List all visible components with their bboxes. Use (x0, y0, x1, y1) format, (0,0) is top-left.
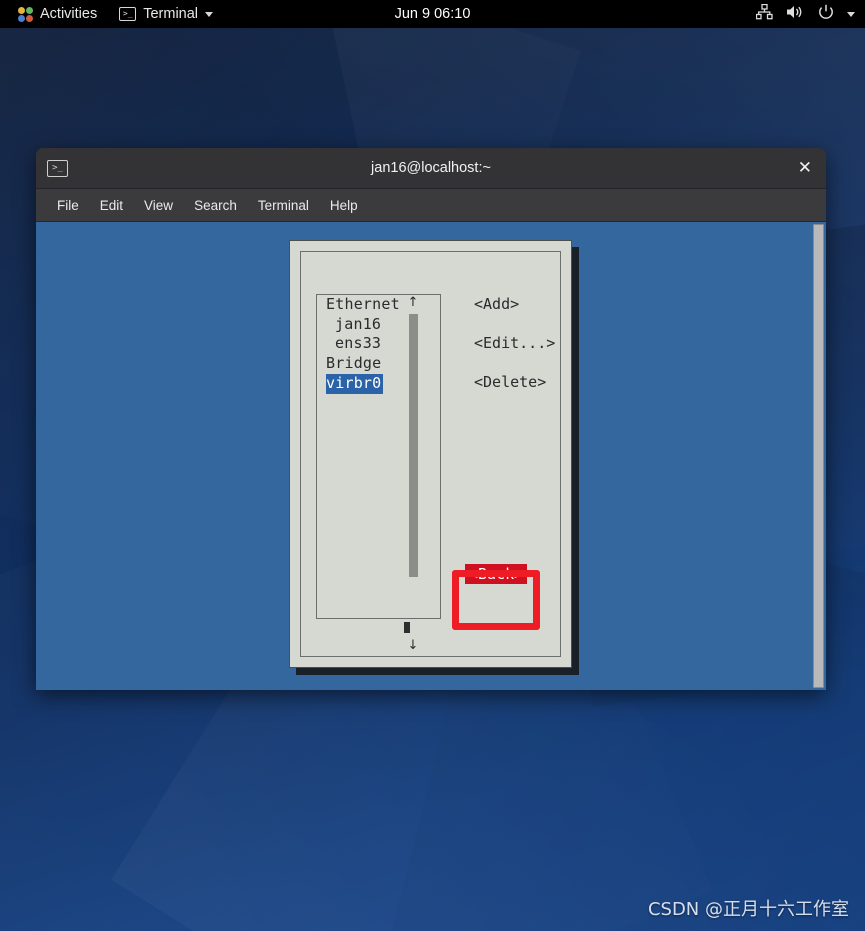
chevron-down-icon[interactable] (847, 11, 855, 17)
close-icon[interactable]: ✕ (798, 159, 812, 177)
scroll-down-icon[interactable]: ↓ (402, 639, 424, 653)
back-button-wrap: <Back> (465, 564, 528, 584)
power-icon[interactable] (818, 4, 834, 24)
scrollbar-thumb[interactable] (409, 314, 418, 577)
window-titlebar[interactable]: >_ jan16@localhost:~ ✕ (36, 148, 826, 189)
scrollbar-marker (404, 622, 410, 633)
watermark: CSDN @正月十六工作室 (647, 899, 849, 920)
window-title: jan16@localhost:~ (371, 160, 491, 176)
nmtui-dialog: Ethernet jan16 ens33 Bridge virbr0 ↑ ↓ <… (289, 240, 572, 668)
list-item-virbr0[interactable]: virbr0 (326, 374, 384, 394)
add-button[interactable]: <Add> (474, 294, 574, 333)
clock[interactable]: Jun 9 06:10 (0, 6, 865, 22)
menu-item-file[interactable]: File (48, 194, 88, 217)
scrollbar-track[interactable] (409, 314, 418, 617)
back-button[interactable]: <Back> (465, 564, 528, 584)
menu-item-terminal[interactable]: Terminal (249, 194, 318, 217)
action-button-group: <Add> <Edit...> <Delete> (474, 294, 574, 411)
nmtui-inner-panel: Ethernet jan16 ens33 Bridge virbr0 ↑ ↓ <… (300, 251, 561, 657)
terminal-window: >_ jan16@localhost:~ ✕ File Edit View Se… (36, 148, 826, 690)
list-scrollbar[interactable]: ↑ ↓ (402, 296, 424, 653)
terminal-content[interactable]: Ethernet jan16 ens33 Bridge virbr0 ↑ ↓ <… (36, 222, 826, 690)
scroll-up-icon[interactable]: ↑ (402, 296, 424, 310)
edit-button[interactable]: <Edit...> (474, 333, 574, 372)
system-status-area[interactable] (755, 3, 855, 24)
delete-button[interactable]: <Delete> (474, 372, 574, 411)
menu-bar: File Edit View Search Terminal Help (36, 189, 826, 222)
terminal-scrollbar[interactable] (813, 224, 824, 688)
gnome-top-bar: Activities >_ Terminal Jun 9 06:10 (0, 0, 865, 28)
menu-item-help[interactable]: Help (321, 194, 367, 217)
menu-item-search[interactable]: Search (185, 194, 246, 217)
volume-icon[interactable] (786, 4, 805, 24)
menu-item-view[interactable]: View (135, 194, 182, 217)
network-wired-icon[interactable] (755, 3, 773, 24)
menu-item-edit[interactable]: Edit (91, 194, 132, 217)
